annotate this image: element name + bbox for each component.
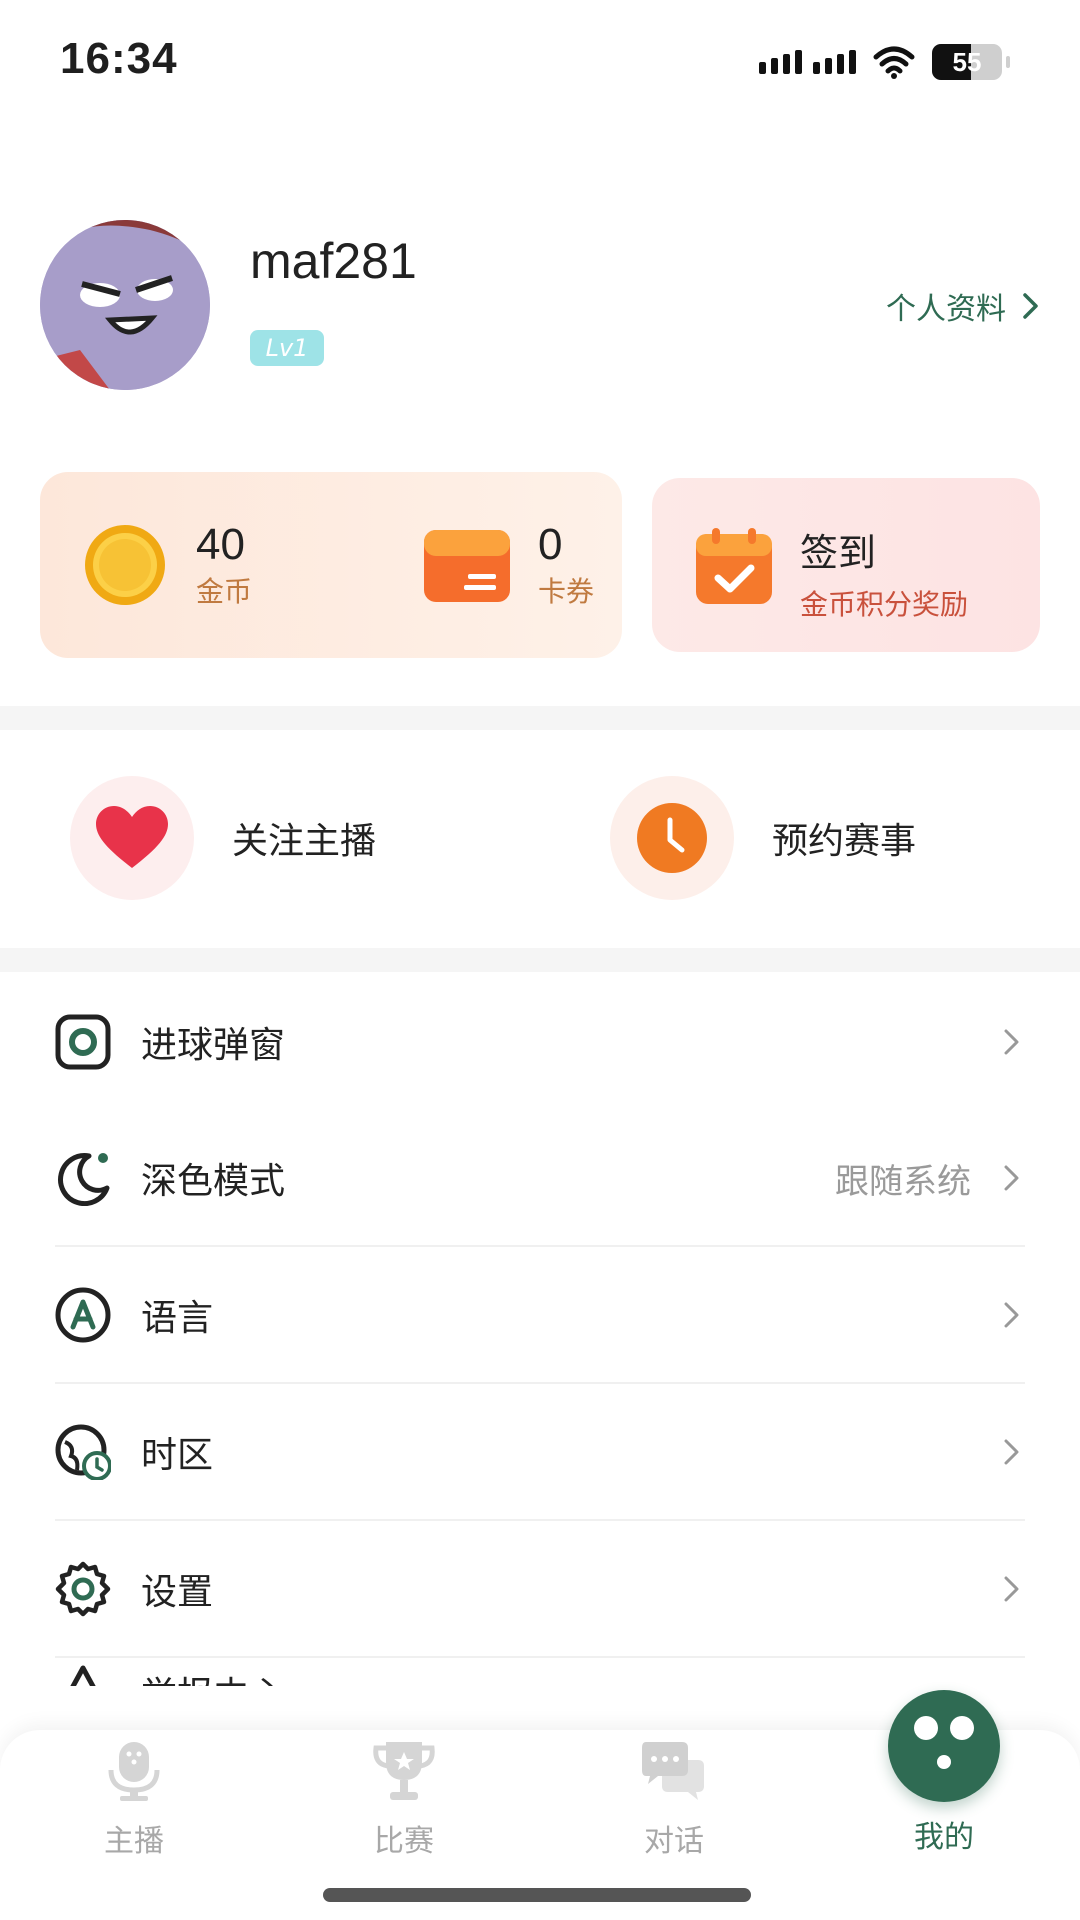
- tab-label: 主播: [104, 1824, 164, 1859]
- microphone-icon: [108, 1742, 160, 1801]
- trophy-icon: [373, 1742, 435, 1800]
- tab-label: 比赛: [374, 1824, 434, 1859]
- tab-matches[interactable]: 比赛: [324, 1740, 484, 1860]
- warning-icon: [70, 1665, 96, 1686]
- home-indicator: [323, 1888, 751, 1902]
- status-icons: 55: [759, 44, 1010, 80]
- card-icon: [424, 530, 510, 606]
- checkin-title: 签到: [800, 531, 877, 575]
- chevron-right-icon: [1004, 1302, 1019, 1328]
- chevron-right-icon: [1004, 1576, 1019, 1602]
- follow-anchors-button[interactable]: 关注主播: [70, 776, 376, 900]
- goal-popup-icon: [55, 1014, 111, 1070]
- tab-label: 我的: [914, 1820, 974, 1855]
- checkin-subtitle: 金币积分奖励: [800, 588, 969, 621]
- tab-chat[interactable]: 对话: [594, 1740, 754, 1860]
- coin-icon: [84, 524, 166, 610]
- profile-link-label: 个人资料: [886, 292, 1006, 327]
- avatar[interactable]: [40, 220, 210, 390]
- dark-mode-value: 跟随系统: [835, 1161, 971, 1202]
- coins-value: 40: [196, 520, 245, 569]
- cards-label: 卡券: [538, 575, 595, 608]
- follow-anchors-label: 关注主播: [232, 821, 377, 862]
- reserve-matches-button[interactable]: 预约赛事: [610, 776, 916, 900]
- chat-icon: [642, 1742, 704, 1800]
- menu-item-label: 举报中心: [141, 1666, 285, 1686]
- gear-icon: [55, 1561, 111, 1617]
- menu-item-dark-mode[interactable]: 深色模式 跟随系统: [55, 1110, 1025, 1246]
- status-time: 16:34: [60, 34, 178, 83]
- chevron-right-icon: [1004, 1029, 1019, 1055]
- calendar-check-icon: [696, 528, 772, 608]
- cards-value: 0: [538, 520, 563, 569]
- row-divider: [55, 1656, 1025, 1658]
- chevron-right-icon: [1004, 1165, 1019, 1191]
- profile-link[interactable]: 个人资料: [886, 284, 1040, 328]
- coins-label: 金币: [196, 575, 253, 608]
- username: maf281: [250, 233, 417, 289]
- menu-item-label: 时区: [141, 1435, 214, 1476]
- menu-item-report-center[interactable]: 举报中心: [55, 1664, 1025, 1686]
- battery-indicator: 55: [932, 44, 1002, 80]
- cellular-signal-icon: [759, 50, 856, 74]
- moon-icon: [58, 1153, 110, 1206]
- language-icon: [55, 1287, 111, 1343]
- checkin-text: 签到 金币积分奖励: [800, 522, 968, 623]
- heart-icon: [70, 776, 194, 900]
- section-divider: [0, 706, 1080, 730]
- menu-item-language[interactable]: 语言: [55, 1247, 1025, 1383]
- cards-balance[interactable]: 0 卡券: [538, 520, 594, 610]
- menu-item-label: 进球弹窗: [141, 1025, 286, 1066]
- tab-label: 对话: [644, 1824, 704, 1859]
- coins-balance[interactable]: 40 金币: [196, 520, 252, 610]
- timezone-icon: [55, 1424, 111, 1480]
- profile-face-icon[interactable]: [888, 1690, 1000, 1802]
- menu-item-goal-popup[interactable]: 进球弹窗: [55, 974, 1025, 1110]
- menu-item-label: 设置: [141, 1572, 214, 1613]
- clock-icon: [610, 776, 734, 900]
- tab-anchors[interactable]: 主播: [54, 1740, 214, 1860]
- chevron-right-icon: [1023, 293, 1038, 319]
- menu-item-timezone[interactable]: 时区: [55, 1384, 1025, 1520]
- reserve-matches-label: 预约赛事: [772, 821, 917, 862]
- battery-tip: [1006, 56, 1010, 68]
- menu-item-label: 深色模式: [141, 1161, 286, 1202]
- menu-item-label: 语言: [141, 1298, 214, 1339]
- menu-item-settings[interactable]: 设置: [55, 1521, 1025, 1657]
- level-badge: Lv1: [250, 330, 324, 366]
- chevron-right-icon: [1004, 1439, 1019, 1465]
- section-divider: [0, 948, 1080, 972]
- wifi-icon: [873, 46, 915, 79]
